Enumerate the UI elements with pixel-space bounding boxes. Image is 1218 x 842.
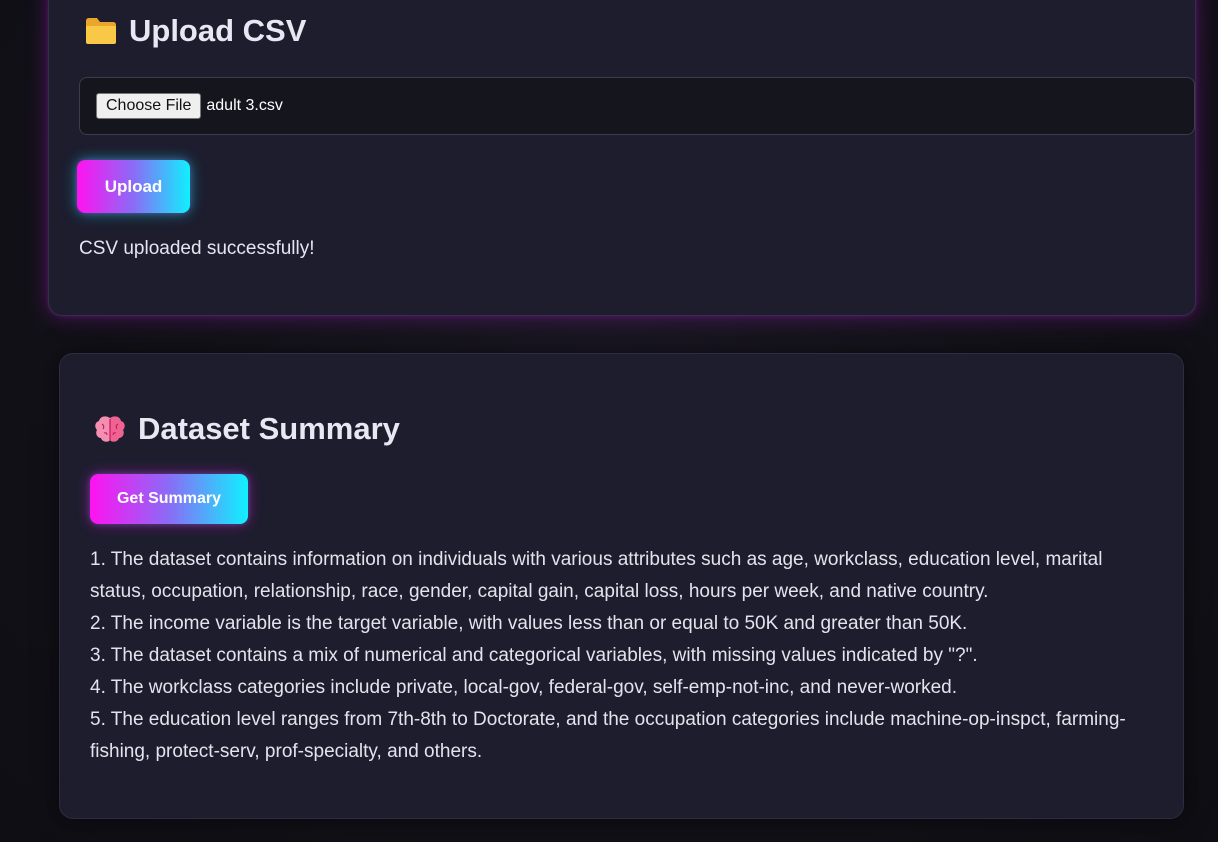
summary-line: 1. The dataset contains information on i… bbox=[90, 549, 1103, 602]
selected-file-name: adult 3.csv bbox=[206, 97, 283, 114]
dataset-summary-title: Dataset Summary bbox=[94, 411, 400, 447]
summary-line: 3. The dataset contains a mix of numeric… bbox=[90, 645, 978, 666]
upload-button[interactable]: Upload bbox=[77, 160, 190, 213]
summary-output: 1. The dataset contains information on i… bbox=[90, 544, 1160, 768]
upload-csv-title: Upload CSV bbox=[85, 13, 306, 49]
summary-line: 4. The workclass categories include priv… bbox=[90, 677, 958, 698]
dataset-summary-title-text: Dataset Summary bbox=[138, 411, 400, 446]
dataset-summary-card: Dataset Summary Get Summary 1. The datas… bbox=[59, 353, 1184, 819]
upload-csv-card: Upload CSV Choose File adult 3.csv Uploa… bbox=[48, 0, 1196, 316]
folder-icon bbox=[85, 17, 117, 45]
page: Upload CSV Choose File adult 3.csv Uploa… bbox=[0, 0, 1218, 842]
summary-line: 2. The income variable is the target var… bbox=[90, 613, 968, 634]
upload-csv-title-text: Upload CSV bbox=[129, 13, 307, 48]
get-summary-button[interactable]: Get Summary bbox=[90, 474, 248, 524]
upload-status-message: CSV uploaded successfully! bbox=[79, 238, 315, 259]
brain-icon bbox=[94, 414, 126, 444]
file-input[interactable]: Choose File adult 3.csv bbox=[79, 77, 1195, 135]
choose-file-button[interactable]: Choose File bbox=[96, 93, 202, 119]
summary-line: 5. The education level ranges from 7th-8… bbox=[90, 709, 1126, 762]
